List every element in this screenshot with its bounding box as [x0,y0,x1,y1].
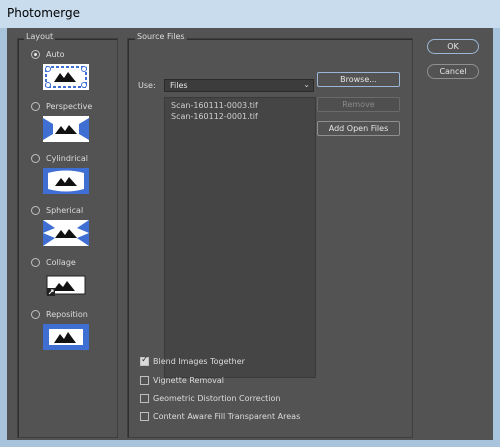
cylindrical-layout-icon[interactable] [43,168,89,194]
ok-button[interactable]: OK [427,39,479,54]
blend-images-checkbox[interactable] [140,355,149,366]
use-dropdown-value: Files [170,81,188,90]
file-list-item[interactable]: Scan-160112-0001.tif [171,112,258,121]
title-bar[interactable]: Photomerge [0,0,500,28]
file-list-item[interactable]: Scan-160111-0003.tif [171,101,258,110]
layout-option-reposition[interactable]: Reposition [31,308,88,320]
vignette-removal-label: Vignette Removal [153,375,224,385]
spherical-layout-icon[interactable] [43,220,89,246]
spherical-label: Spherical [46,205,84,215]
layout-option-auto[interactable]: Auto [31,48,65,60]
cancel-button[interactable]: Cancel [427,64,479,79]
dialog-body: Layout Source Files Auto Perspective Cyl… [7,28,493,440]
reposition-layout-icon[interactable] [43,324,89,350]
content-aware-fill-checkbox[interactable] [140,411,149,421]
blend-images-label: Blend Images Together [153,356,245,366]
add-open-files-button[interactable]: Add Open Files [317,121,400,136]
photomerge-window: Photomerge Layout Source Files Auto Pers… [0,0,500,447]
source-files-label: Source Files [135,32,187,41]
window-title: Photomerge [7,6,81,20]
layout-option-spherical[interactable]: Spherical [31,204,83,216]
perspective-label: Perspective [46,101,93,111]
layout-option-collage[interactable]: Collage [31,256,76,268]
auto-label: Auto [46,49,65,59]
cylindrical-label: Cylindrical [46,153,88,163]
remove-button[interactable]: Remove [317,97,400,112]
reposition-label: Reposition [46,309,88,319]
content-aware-fill-label: Content Aware Fill Transparent Areas [153,411,301,421]
geometric-distortion-option[interactable]: Geometric Distortion Correction [140,392,280,404]
use-dropdown[interactable]: Files ⌄ [164,79,314,92]
spherical-radio[interactable] [31,205,40,215]
blend-images-option[interactable]: Blend Images Together [140,355,245,367]
layout-group-label: Layout [24,32,56,41]
use-label: Use: [138,81,156,90]
cylindrical-radio[interactable] [31,153,40,163]
perspective-layout-icon[interactable] [43,116,89,142]
layout-option-perspective[interactable]: Perspective [31,100,92,112]
layout-option-cylindrical[interactable]: Cylindrical [31,152,88,164]
geometric-distortion-label: Geometric Distortion Correction [153,393,281,403]
chevron-down-icon: ⌄ [303,80,310,89]
auto-radio[interactable] [31,49,40,59]
perspective-radio[interactable] [31,101,40,111]
vignette-removal-option[interactable]: Vignette Removal [140,374,224,386]
content-aware-fill-option[interactable]: Content Aware Fill Transparent Areas [140,410,300,422]
browse-button[interactable]: Browse... [317,72,400,87]
geometric-distortion-checkbox[interactable] [140,393,149,403]
collage-label: Collage [46,257,76,267]
auto-layout-icon[interactable] [43,64,89,90]
collage-radio[interactable] [31,257,40,267]
source-file-list[interactable]: Scan-160111-0003.tif Scan-160112-0001.ti… [164,97,316,378]
vignette-removal-checkbox[interactable] [140,375,149,385]
reposition-radio[interactable] [31,309,40,319]
collage-layout-icon[interactable] [43,272,89,298]
